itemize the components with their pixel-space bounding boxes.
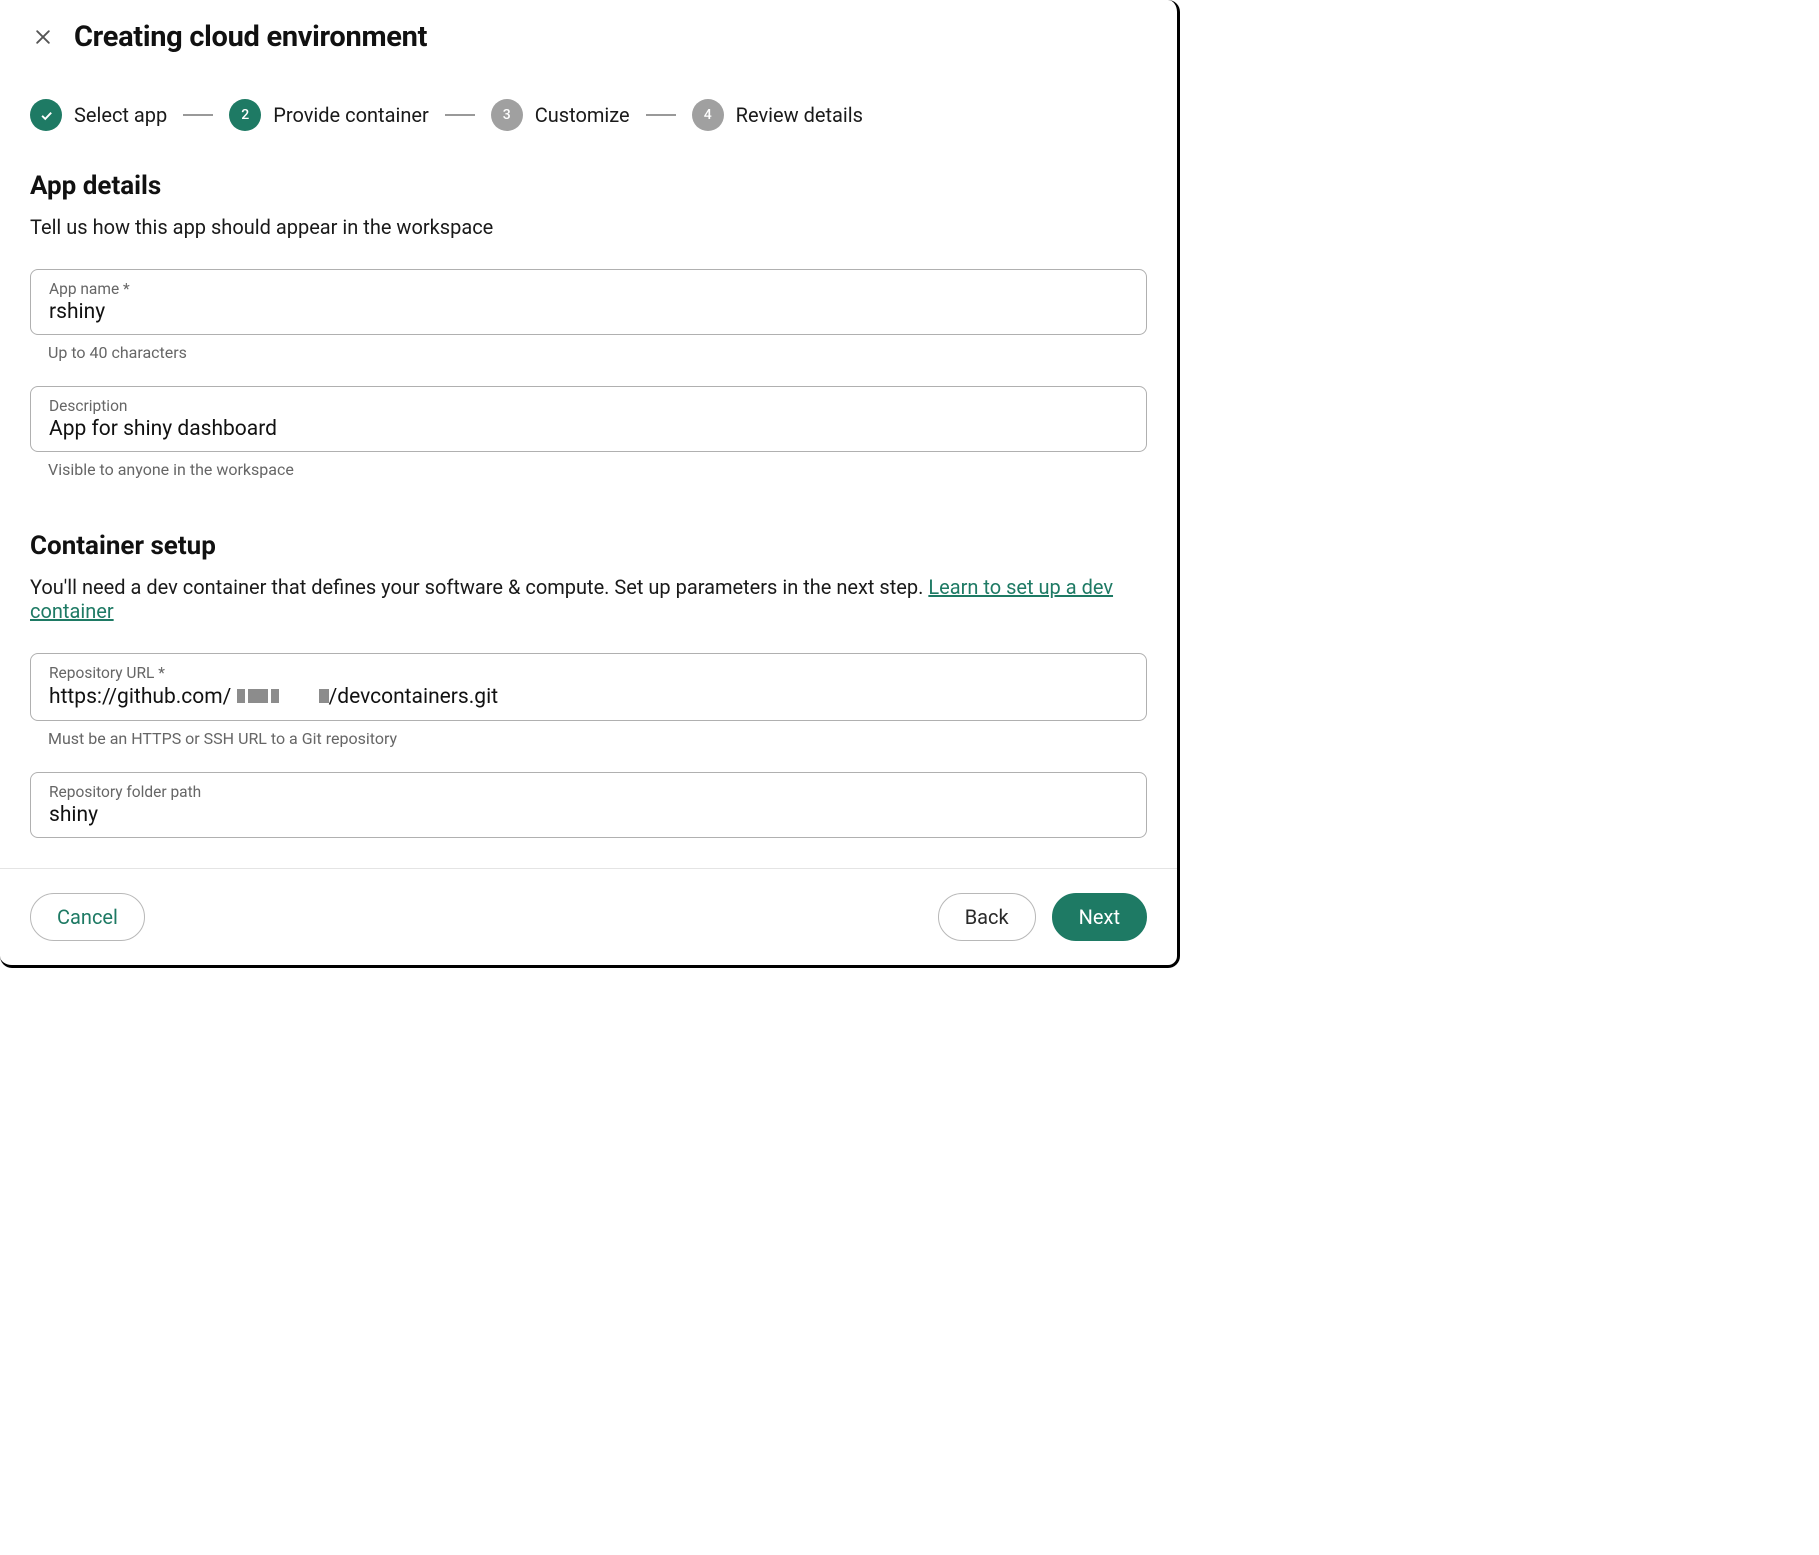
step-label: Provide container — [273, 103, 429, 127]
description-field[interactable]: Description — [30, 386, 1147, 452]
step-connector — [646, 114, 676, 116]
app-name-input[interactable] — [49, 300, 1128, 324]
step-number: 2 — [229, 99, 261, 131]
redacted-segment — [319, 689, 329, 703]
cancel-button[interactable]: Cancel — [30, 893, 145, 941]
section-sub-app-details: Tell us how this app should appear in th… — [30, 215, 1147, 239]
repo-url-label: Repository URL * — [49, 664, 1128, 682]
close-icon[interactable] — [30, 24, 56, 50]
app-name-label: App name * — [49, 280, 1128, 298]
redacted-segment — [271, 689, 279, 703]
stepper: Select app 2 Provide container 3 Customi… — [30, 99, 1147, 131]
container-sub-text: You'll need a dev container that defines… — [30, 575, 928, 599]
repo-url-help: Must be an HTTPS or SSH URL to a Git rep… — [48, 729, 1147, 748]
step-customize[interactable]: 3 Customize — [491, 99, 630, 131]
step-connector — [445, 114, 475, 116]
section-title-container: Container setup — [30, 531, 1147, 561]
redacted-segment — [248, 689, 268, 703]
app-name-help: Up to 40 characters — [48, 343, 1147, 362]
dialog-footer: Cancel Back Next — [0, 868, 1177, 965]
app-name-field[interactable]: App name * — [30, 269, 1147, 335]
step-provide-container[interactable]: 2 Provide container — [229, 99, 429, 131]
next-button[interactable]: Next — [1052, 893, 1147, 941]
dialog-title: Creating cloud environment — [74, 20, 427, 54]
step-select-app[interactable]: Select app — [30, 99, 167, 131]
repo-url-field[interactable]: Repository URL * https://github.com/ /de… — [30, 653, 1147, 721]
repo-folder-label: Repository folder path — [49, 783, 1128, 801]
repo-folder-input[interactable] — [49, 803, 1128, 827]
redacted-segment — [237, 689, 245, 703]
create-cloud-env-dialog: Creating cloud environment Select app 2 … — [0, 0, 1180, 968]
step-connector — [183, 114, 213, 116]
description-help: Visible to anyone in the workspace — [48, 460, 1147, 479]
repo-folder-field[interactable]: Repository folder path — [30, 772, 1147, 838]
description-label: Description — [49, 397, 1128, 415]
step-number: 4 — [692, 99, 724, 131]
back-button[interactable]: Back — [938, 893, 1036, 941]
step-label: Review details — [736, 103, 863, 127]
section-title-app-details: App details — [30, 171, 1147, 201]
dialog-header: Creating cloud environment — [30, 20, 1147, 54]
step-label: Customize — [535, 103, 630, 127]
step-label: Select app — [74, 103, 167, 127]
step-review-details[interactable]: 4 Review details — [692, 99, 863, 131]
section-sub-container: You'll need a dev container that defines… — [30, 575, 1147, 623]
step-number: 3 — [491, 99, 523, 131]
description-input[interactable] — [49, 417, 1128, 441]
repo-url-input[interactable]: https://github.com/ /devcontainers.git — [49, 684, 1128, 710]
check-icon — [30, 99, 62, 131]
